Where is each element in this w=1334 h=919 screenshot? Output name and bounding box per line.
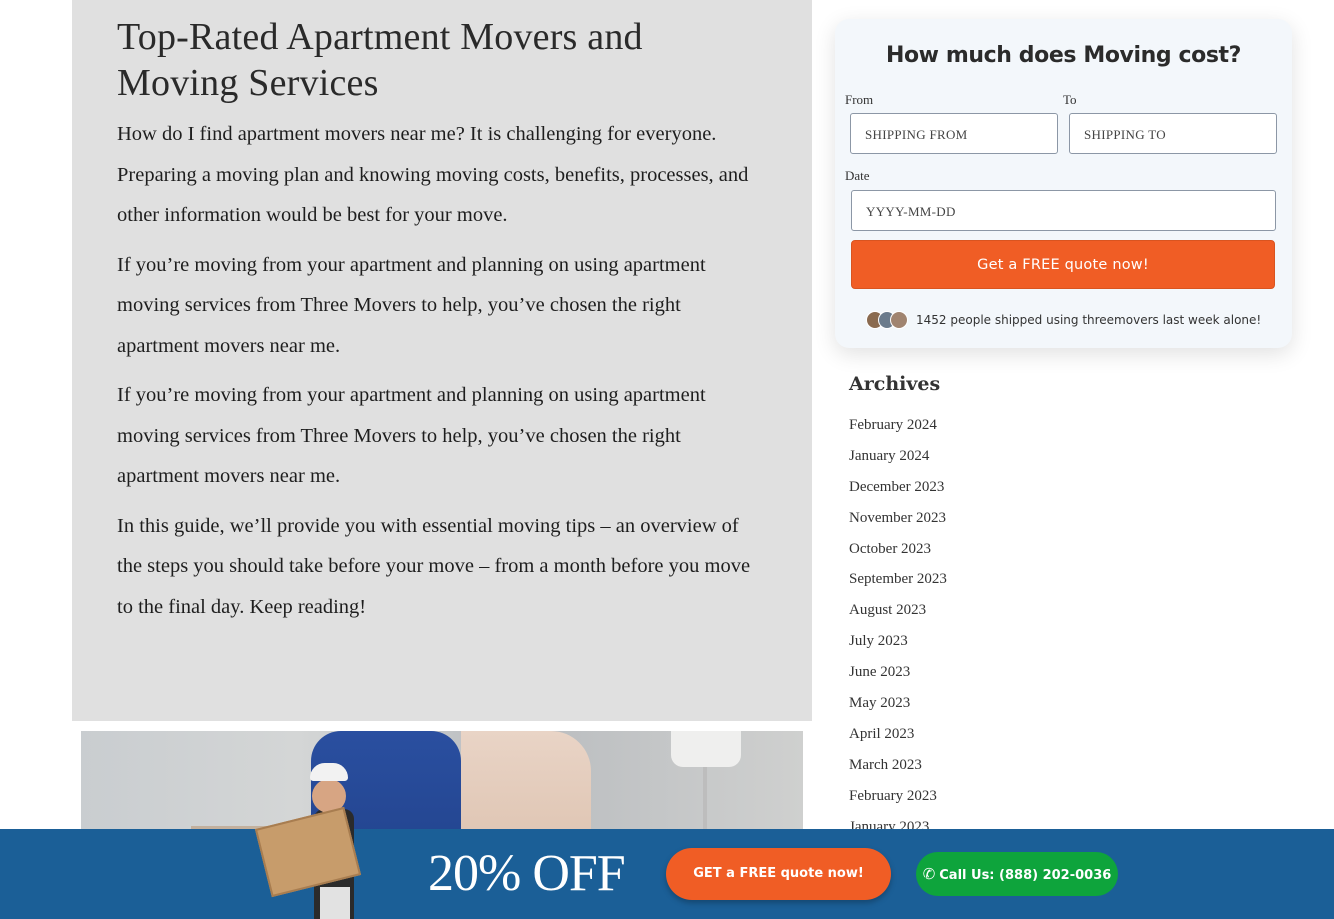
call-us-label: Call Us: (888) 202-0036 — [939, 868, 1112, 883]
date-label: Date — [845, 168, 870, 183]
archives-list: February 2024 January 2024 December 2023… — [849, 413, 947, 845]
shipping-from-input[interactable]: SHIPPING FROM — [850, 113, 1058, 154]
archive-link[interactable]: February 2023 — [849, 784, 947, 815]
shipping-to-input[interactable]: SHIPPING TO — [1069, 113, 1277, 154]
archive-link[interactable]: May 2023 — [849, 691, 947, 722]
archive-link[interactable]: June 2023 — [849, 660, 947, 691]
article-paragraph: If you’re moving from your apartment and… — [117, 253, 706, 357]
quote-widget-title: How much does Moving cost? — [885, 43, 1242, 68]
call-us-button[interactable]: ✆ Call Us: (888) 202-0036 — [916, 852, 1118, 896]
article-paragraph: In this guide, we’ll provide you with es… — [117, 514, 751, 618]
article-paragraph: How do I find apartment movers near me? … — [117, 123, 749, 226]
quote-widget: How much does Moving cost? — [835, 19, 1292, 348]
girl-legs — [320, 887, 350, 919]
archive-link[interactable]: February 2024 — [849, 413, 947, 444]
photo-lamp — [671, 731, 741, 767]
avatar-group — [866, 311, 908, 329]
article-card: Top-Rated Apartment Movers and Moving Se… — [72, 0, 812, 721]
from-label: From — [845, 92, 874, 107]
phone-icon: ✆ — [922, 865, 936, 883]
discount-text: 20% OFF — [428, 845, 626, 902]
avatar — [890, 311, 908, 329]
girl-cap — [310, 763, 348, 781]
archive-link[interactable]: September 2023 — [849, 567, 947, 598]
archive-link[interactable]: July 2023 — [849, 629, 947, 660]
article-title: Top-Rated Apartment Movers and Moving Se… — [117, 16, 643, 104]
mover-girl-image — [254, 759, 386, 919]
archive-link[interactable]: November 2023 — [849, 506, 947, 537]
archive-link[interactable]: January 2024 — [849, 444, 947, 475]
article-paragraph: If you’re moving from your apartment and… — [117, 384, 706, 487]
get-quote-button[interactable]: Get a FREE quote now! — [851, 240, 1275, 289]
archives-title: Archives — [849, 373, 941, 395]
social-proof-text: 1452 people shipped using threemovers la… — [916, 313, 1262, 327]
social-proof: 1452 people shipped using threemovers la… — [866, 309, 1261, 331]
archive-link[interactable]: December 2023 — [849, 475, 947, 506]
archive-link[interactable]: April 2023 — [849, 722, 947, 753]
promo-bar: 20% OFF GET a FREE quote now! ✆ Call Us: … — [0, 763, 1334, 919]
archive-link[interactable]: October 2023 — [849, 537, 947, 568]
archive-link[interactable]: March 2023 — [849, 753, 947, 784]
to-label: To — [1063, 92, 1077, 107]
archive-link[interactable]: August 2023 — [849, 598, 947, 629]
date-input[interactable]: YYYY-MM-DD — [851, 190, 1276, 231]
promo-quote-button[interactable]: GET a FREE quote now! — [666, 848, 891, 900]
